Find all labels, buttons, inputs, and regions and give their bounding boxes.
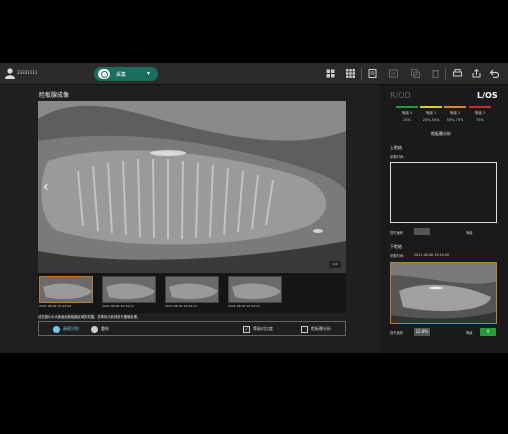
lower-lid-image[interactable] [390,262,497,324]
thumbnail[interactable] [102,276,156,303]
draw-box-label: 画框识别 [63,326,79,331]
eye-left-tab[interactable]: L/OS [477,91,498,100]
lower-loss-label: 损失面积 [390,331,404,335]
copy-icon[interactable] [411,69,420,78]
panel-title: 睑板腺成像 [39,92,70,99]
grade-color-bar [420,106,442,108]
prev-image-arrow[interactable]: ‹ [43,179,49,195]
grade-color-bar [444,106,466,108]
lower-time-value: 2021-08-06 19:44:09 [414,253,450,257]
lower-loss-value: 12.8% [414,328,430,336]
grid-icon[interactable] [346,69,355,78]
instruction-text: 请在图片中大致画出睑板腺区域的范围，并等待几秒钟进行图像处理。 [38,315,141,319]
lower-grade-value: 0 [480,328,496,336]
grade-contrast-label: 等级对比度 [253,326,273,331]
grade-legend-item: 等级 0 25% [394,106,420,122]
capture-label: 采集 [116,72,127,78]
checkbox-checked-icon: ✓ [243,325,250,333]
bottom-toolbar: 画框识别 重绘 ✓ 等级对比度 睑板腺分析 [38,321,346,336]
lower-time-label: 采集时间： [390,254,407,258]
app-window: 33331111 采集 ▾ 睑板腺成像 ‹ 1/4 2021-08-06 19:… [0,63,508,353]
grade-color-bar [396,106,418,108]
grade-contrast-checkbox[interactable]: ✓ 等级对比度 [243,325,273,333]
upper-loss-label: 损失面积 [390,231,404,235]
eyelid-image [38,101,346,273]
pen-icon [53,325,60,333]
compare-icon[interactable] [389,69,398,78]
back-icon[interactable] [490,69,499,78]
toolbar-divider [445,68,446,80]
analysis-checkbox[interactable]: 睑板腺分析 [301,325,331,333]
grade-range: 75% [476,118,484,122]
draw-box-button[interactable]: 画框识别 [53,325,79,333]
user-icon[interactable] [5,68,15,79]
print-icon[interactable] [453,69,462,78]
thumbnail[interactable] [228,276,282,303]
zoom-badge: 1/4 [329,261,341,268]
grade-name: 等级 1 [425,111,437,115]
upper-lid-label: 上睑结 [390,145,402,150]
report-icon[interactable] [368,69,377,78]
imaging-panel: 睑板腺成像 ‹ 1/4 2021-08-06 19:44:09 2021-08-… [36,85,378,353]
redraw-label: 重绘 [101,326,109,331]
chevron-down-icon[interactable]: ▾ [147,70,150,77]
camera-icon [98,69,110,79]
grade-name: 等级 0 [401,111,413,115]
thumbnail[interactable] [39,276,93,303]
upper-loss-value [414,228,430,235]
checkbox-empty-icon [301,325,308,333]
grade-name: 等级 3 [474,111,486,115]
grade-color-bar [469,106,491,108]
thumbnail-strip: 2021-08-06 19:44:09 2021-08-06 19:44:11 … [38,273,346,313]
thumbnail-time: 2021-08-06 19:44:11 [102,304,134,308]
lower-lid-label: 下睑结 [390,244,402,249]
user-id: 33331111 [17,70,38,75]
grade-range: 25% [403,118,411,122]
meibography-image[interactable]: ‹ 1/4 [38,101,346,273]
upper-time-label: 采集时间： [390,155,407,159]
top-toolbar: 33331111 采集 ▾ [0,63,508,85]
grade-legend-item: 等级 2 50%-75% [442,106,468,122]
thumbnail-time: 2021-08-06 19:44:13 [228,304,260,308]
analysis-panel: R/OD L/OS 等级 0 25% 等级 1 25%-50% 等级 2 50%… [380,85,508,353]
thumbnail[interactable] [165,276,219,303]
trash-icon[interactable] [431,69,440,78]
grade-range: 25%-50% [422,118,440,122]
capture-button[interactable]: 采集 ▾ [94,67,158,81]
redraw-button[interactable]: 重绘 [91,325,109,333]
analysis-title: 睑板腺分析 [431,131,451,136]
thumbnail-time: 2021-08-06 19:44:12 [165,304,197,308]
lower-grade-label: 等级 [466,331,473,335]
analysis-label: 睑板腺分析 [311,326,331,331]
eraser-icon [91,325,98,333]
upper-lid-image-slot[interactable] [390,162,497,223]
grade-legend-item: 等级 3 75% [467,106,493,122]
thumbnail-time: 2021-08-06 19:44:09 [39,304,71,308]
upper-grade-label: 等级 [466,231,473,235]
grade-range: 50%-75% [446,118,464,122]
toolbar-divider [361,68,362,80]
eye-right-tab[interactable]: R/OD [390,91,411,100]
export-icon[interactable] [472,69,481,78]
grade-legend-item: 等级 1 25%-50% [418,106,444,122]
grade-name: 等级 2 [449,111,461,115]
layout-icon[interactable] [326,69,335,78]
